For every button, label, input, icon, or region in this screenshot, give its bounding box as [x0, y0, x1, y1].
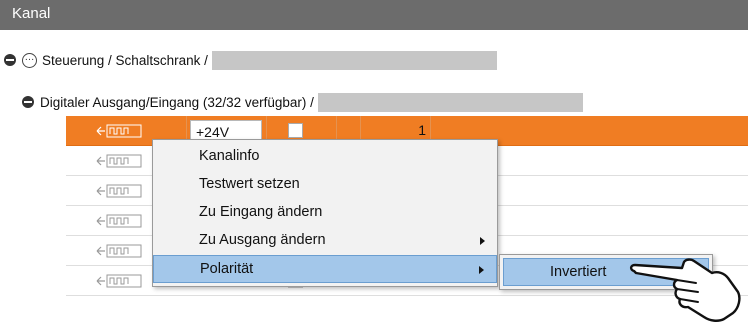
menu-item-label: Testwert setzen: [199, 176, 300, 192]
digital-signal-icon: [96, 274, 142, 288]
context-menu: Kanalinfo Testwert setzen Zu Eingang änd…: [152, 139, 498, 287]
digital-signal-icon: [96, 184, 142, 198]
digital-signal-icon: [96, 214, 142, 228]
menu-item-kanalinfo[interactable]: Kanalinfo: [153, 143, 497, 171]
menu-item-label: Polarität: [200, 261, 254, 277]
digital-signal-icon: [96, 244, 142, 258]
tree-node-label: Steuerung / Schaltschrank /: [42, 52, 208, 68]
redacted-field: [317, 92, 583, 112]
menu-item-zu-eingang[interactable]: Zu Eingang ändern: [153, 199, 497, 227]
menu-item-polaritaet[interactable]: Polarität: [153, 255, 497, 283]
submenu-arrow-icon: [479, 266, 484, 274]
collapse-icon[interactable]: [4, 54, 16, 66]
collapse-icon[interactable]: [22, 96, 34, 108]
redacted-field: [211, 50, 497, 70]
digital-signal-icon: [96, 124, 142, 138]
menu-item-zu-ausgang[interactable]: Zu Ausgang ändern: [153, 227, 497, 255]
hand-pointer-icon: [629, 258, 741, 322]
more-options-icon[interactable]: …: [22, 52, 37, 68]
channel-checkbox[interactable]: [288, 123, 303, 138]
menu-item-label: Invertiert: [550, 264, 607, 280]
tree-node-label: Digitaler Ausgang/Eingang (32/32 verfügb…: [40, 94, 314, 110]
menu-item-label: Kanalinfo: [199, 148, 260, 164]
tree-node-steuerung[interactable]: … Steuerung / Schaltschrank /: [4, 46, 497, 74]
tree-node-digital-io[interactable]: Digitaler Ausgang/Eingang (32/32 verfügb…: [22, 88, 583, 116]
panel-title: Kanal: [12, 5, 51, 22]
digital-signal-icon: [96, 154, 142, 168]
panel-header: Kanal: [0, 0, 748, 30]
menu-item-label: Zu Ausgang ändern: [199, 232, 326, 248]
channel-number: 1: [418, 122, 426, 138]
menu-item-testwert-setzen[interactable]: Testwert setzen: [153, 171, 497, 199]
menu-item-label: Zu Eingang ändern: [199, 204, 323, 220]
submenu-arrow-icon: [480, 237, 485, 245]
